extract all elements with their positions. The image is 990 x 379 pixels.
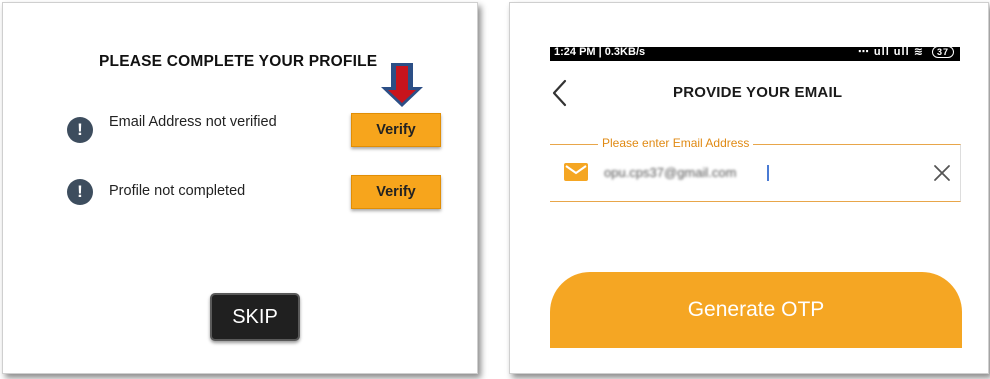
status-icons: ⋯ ull ull ≋ 37 [858,47,954,59]
verify-email-button[interactable]: Verify [351,113,441,147]
back-chevron-icon[interactable] [548,77,572,109]
complete-profile-dialog: PLEASE COMPLETE YOUR PROFILE ! Email Add… [2,2,478,374]
profile-verify-row: ! Profile not completed Verify [3,175,477,215]
page-title: PROVIDE YOUR EMAIL [673,84,843,101]
profile-not-completed-label: Profile not completed [109,183,246,199]
status-bar: 1:24 PM | 0.3KB/s ⋯ ull ull ≋ 37 [550,47,960,61]
signal-wifi-icons: ⋯ ull ull ≋ [857,47,924,58]
skip-button[interactable]: SKIP [210,293,300,341]
email-field-legend: Please enter Email Address [598,136,754,150]
verify-profile-button[interactable]: Verify [351,175,441,209]
provide-email-screen: 1:24 PM | 0.3KB/s ⋯ ull ull ≋ 37 PROVIDE… [509,2,989,374]
exclamation-icon: ! [67,179,93,205]
exclamation-icon: ! [67,117,93,143]
generate-otp-button[interactable]: Generate OTP [550,272,962,348]
email-input-value[interactable]: opu.cps37@gmail.com [604,165,736,180]
status-time: 1:24 PM | 0.3KB/s [554,47,646,58]
email-field[interactable]: Please enter Email Address opu.cps37@gma… [550,136,961,202]
clear-icon[interactable] [932,163,952,183]
text-caret [767,165,769,181]
dialog-title: PLEASE COMPLETE YOUR PROFILE [99,53,378,70]
mail-icon [564,163,588,181]
down-arrow-icon [381,63,423,107]
email-verify-row: ! Email Address not verified Verify [3,111,477,151]
email-not-verified-label: Email Address not verified [109,114,277,130]
battery-icon: 37 [931,47,954,58]
